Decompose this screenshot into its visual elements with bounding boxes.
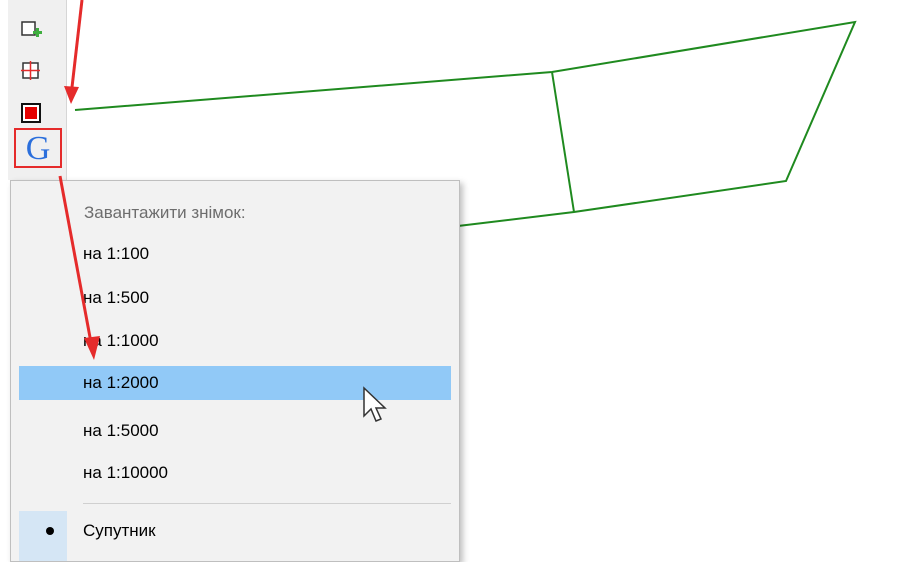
menu-item-label: на 1:500 [83,288,150,307]
add-object-button[interactable] [18,18,44,44]
menu-item-scale-5000[interactable]: на 1:5000 [19,414,451,448]
red-square-icon [21,103,41,123]
menu-item-label: на 1:10000 [83,463,169,482]
left-toolbar: G [8,0,67,180]
menu-item-scale-2000[interactable]: на 1:2000 [19,366,451,400]
menu-item-scale-100[interactable]: на 1:100 [19,237,451,271]
menu-item-scale-500[interactable]: на 1:500 [19,281,451,315]
google-g-icon: G [25,130,51,167]
load-snapshot-context-menu: Завантажити знімок: на 1:100 на 1:500 на… [10,180,460,562]
polygon-divider-line [551,71,575,213]
menu-item-label: на 1:100 [83,244,150,263]
add-square-icon [21,21,42,37]
menu-item-label: на 1:1000 [83,331,159,350]
menu-item-label: на 1:5000 [83,421,159,440]
crosshair-square-icon [21,61,40,80]
annotation-arrow-down [69,0,84,97]
menu-item-label: Супутник [83,521,156,540]
menu-separator [83,503,451,504]
menu-item-scale-10000[interactable]: на 1:10000 [19,456,451,490]
fill-area-button[interactable] [18,100,44,126]
menu-item-scale-1000[interactable]: на 1:1000 [19,324,451,358]
radio-dot-icon [46,527,54,535]
select-point-button[interactable] [18,58,44,84]
google-map-button[interactable]: G [14,128,62,168]
menu-item-label: на 1:2000 [83,373,159,392]
menu-header: Завантажити знімок: [84,203,246,222]
menu-item-satellite[interactable]: Супутник [19,514,451,548]
